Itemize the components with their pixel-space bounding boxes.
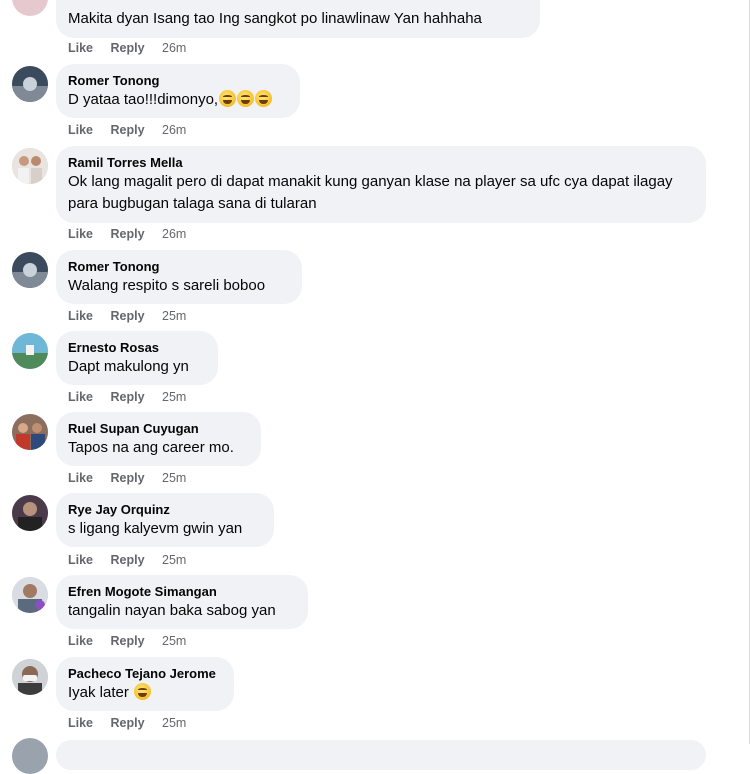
like-button[interactable]: Like	[68, 553, 93, 567]
comment-bubble: Ramil Torres Mella Ok lang magalit pero …	[56, 146, 706, 223]
avatar[interactable]	[12, 66, 48, 102]
comment-actions: Like Reply 25m	[68, 471, 200, 485]
comment-actions: Like Reply 25m	[68, 716, 200, 730]
reply-button[interactable]: Reply	[111, 471, 145, 485]
avatar[interactable]	[12, 577, 48, 613]
comment-text: Dapt makulong yn	[68, 358, 189, 375]
comment-time[interactable]: 26m	[162, 41, 186, 55]
grin-emoji-icon	[134, 683, 152, 700]
comment-text-wrap: D yataa tao!!!dimonyo,	[68, 89, 288, 111]
comment-actions: Like Reply 25m	[68, 634, 200, 648]
comment-actions: Like Reply 25m	[68, 553, 200, 567]
avatar[interactable]	[12, 252, 48, 288]
avatar[interactable]	[12, 333, 48, 369]
comment-text: D yataa tao!!!dimonyo,	[68, 91, 219, 108]
comment-actions: Like Reply 25m	[68, 309, 200, 323]
comment-time[interactable]: 25m	[162, 553, 186, 567]
comment-author[interactable]: Ernesto Rosas	[68, 339, 206, 356]
reply-button[interactable]: Reply	[111, 390, 145, 404]
comment-author[interactable]: Pacheco Tejano Jerome	[68, 665, 222, 682]
avatar[interactable]	[12, 659, 48, 695]
grin-emoji-icon	[237, 90, 255, 107]
comment-time[interactable]: 25m	[162, 634, 186, 648]
reply-button[interactable]: Reply	[111, 634, 145, 648]
like-button[interactable]: Like	[68, 634, 93, 648]
comment-author[interactable]: Efren Mogote Simangan	[68, 583, 296, 600]
like-button[interactable]: Like	[68, 390, 93, 404]
comment-bubble: Romer Tonong Walang respito s sareli bob…	[56, 250, 302, 304]
comment-text: tangalin nayan baka sabog yan	[68, 602, 276, 619]
reply-button[interactable]: Reply	[111, 309, 145, 323]
comment-text: Makita dyan Isang tao Ing sangkot po lin…	[68, 10, 482, 27]
comment-text: Ok lang magalit pero di dapat manakit ku…	[68, 173, 673, 212]
like-button[interactable]: Like	[68, 309, 93, 323]
comment-time[interactable]: 25m	[162, 471, 186, 485]
comment-text-wrap: Iyak later	[68, 682, 222, 704]
reply-button[interactable]: Reply	[111, 41, 145, 55]
avatar[interactable]	[12, 414, 48, 450]
comment-time[interactable]: 25m	[162, 390, 186, 404]
comment-actions: Like Reply 26m	[68, 123, 200, 137]
comment-bubble: Rye Jay Orquinz s ligang kalyevm gwin ya…	[56, 493, 274, 547]
comment-time[interactable]: 25m	[162, 309, 186, 323]
comment-text: Tapos na ang career mo.	[68, 439, 234, 456]
comment-text: Walang respito s sareli boboo	[68, 277, 266, 294]
comment-time[interactable]: 25m	[162, 716, 186, 730]
comment-bubble: Pacheco Tejano Jerome Iyak later	[56, 657, 234, 711]
comment-author[interactable]: Rye Jay Orquinz	[68, 501, 262, 518]
grin-emoji-icon	[219, 90, 237, 107]
grin-emoji-icon	[255, 90, 273, 107]
comment-actions: Like Reply 25m	[68, 390, 200, 404]
avatar[interactable]	[12, 495, 48, 531]
like-button[interactable]: Like	[68, 123, 93, 137]
reply-button[interactable]: Reply	[111, 227, 145, 241]
comment-author[interactable]: Romer Tonong	[68, 258, 290, 275]
comment-time[interactable]: 26m	[162, 227, 186, 241]
comment-bubble	[56, 740, 706, 770]
comment-author[interactable]: Romer Tonong	[68, 72, 288, 89]
reply-button[interactable]: Reply	[111, 553, 145, 567]
like-button[interactable]: Like	[68, 716, 93, 730]
reply-button[interactable]: Reply	[111, 716, 145, 730]
reply-button[interactable]: Reply	[111, 123, 145, 137]
like-button[interactable]: Like	[68, 41, 93, 55]
comment-author[interactable]: Ruel Supan Cuyugan	[68, 420, 249, 437]
comment-bubble: Romer Tonong D yataa tao!!!dimonyo,	[56, 64, 300, 118]
comment-text: Iyak later	[68, 684, 129, 701]
comment-time[interactable]: 26m	[162, 123, 186, 137]
avatar[interactable]	[12, 148, 48, 184]
comment-actions: Like Reply 26m	[68, 41, 200, 55]
comment-bubble: Ernesto Rosas Dapt makulong yn	[56, 331, 218, 385]
comment-author[interactable]: Ramil Torres Mella	[68, 154, 694, 171]
avatar[interactable]	[12, 738, 48, 774]
comment-actions: Like Reply 26m	[68, 227, 200, 241]
like-button[interactable]: Like	[68, 471, 93, 485]
comment-text: s ligang kalyevm gwin yan	[68, 520, 243, 537]
comment-bubble: Efren Mogote Simangan tangalin nayan bak…	[56, 575, 308, 629]
like-button[interactable]: Like	[68, 227, 93, 241]
comment-bubble: Ruel Supan Cuyugan Tapos na ang career m…	[56, 412, 261, 466]
avatar[interactable]	[12, 0, 48, 16]
